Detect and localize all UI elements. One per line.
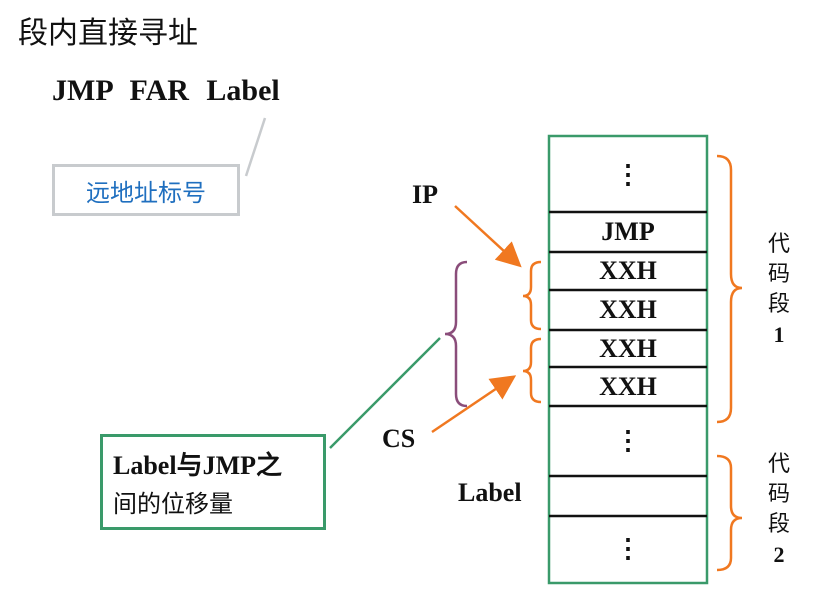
cs-arrow xyxy=(431,375,517,434)
memory-cell: JMP xyxy=(601,217,655,246)
offset-brace xyxy=(444,260,468,408)
memory-cell: ⋮ xyxy=(615,160,641,189)
memory-cell: XXH xyxy=(599,256,657,285)
memory-cell: XXH xyxy=(599,333,657,363)
memory-cell: XXH xyxy=(599,371,657,401)
cs-brace xyxy=(522,337,542,404)
memory-cell: XXH xyxy=(599,295,657,324)
segment2-label: 代 码 段 2 xyxy=(767,452,790,567)
memory-cell: ⋮ xyxy=(615,426,641,455)
offset-connector xyxy=(329,337,441,449)
segment1-brace xyxy=(716,154,743,424)
ip-arrow xyxy=(454,205,522,268)
far-label-connector xyxy=(244,117,267,177)
memory-cell: ⋮ xyxy=(615,534,641,563)
memory-cell xyxy=(549,476,707,516)
segment1-label: 代 码 段 1 xyxy=(767,232,790,347)
ip-brace xyxy=(522,260,542,331)
segment2-brace xyxy=(716,454,743,572)
